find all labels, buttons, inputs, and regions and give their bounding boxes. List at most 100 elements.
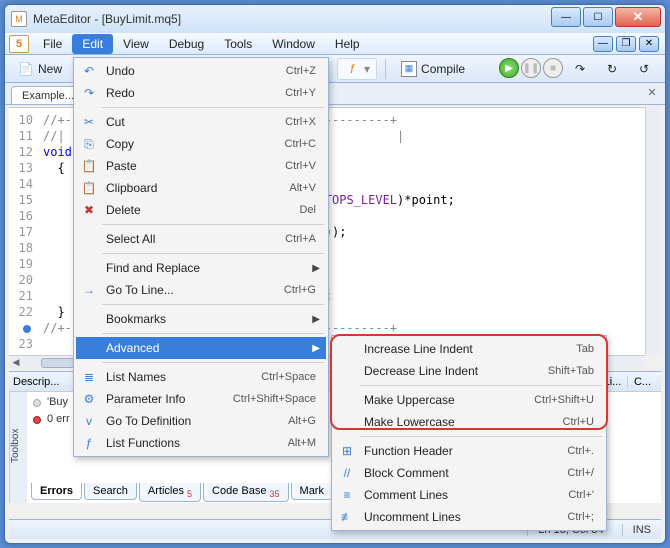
undo-icon: ↶ xyxy=(80,62,98,80)
menu-file[interactable]: File xyxy=(33,34,72,54)
menu-item-list-functions[interactable]: ƒList FunctionsAlt+M xyxy=(76,432,326,454)
compile-icon: ▦ xyxy=(401,61,417,77)
menu-item-find-and-replace[interactable]: Find and Replace▶ xyxy=(76,257,326,279)
step-out-icon: ↺ xyxy=(636,61,652,77)
line-gutter: 1011121314151617181920212223 xyxy=(9,108,37,355)
fx-button[interactable]: f▾ xyxy=(337,58,377,80)
delete-icon: ✖ xyxy=(80,201,98,219)
menu-item-undo[interactable]: ↶UndoCtrl+Z xyxy=(76,60,326,82)
menu-item-paste[interactable]: 📋PasteCtrl+V xyxy=(76,155,326,177)
app-window: M MetaEditor - [BuyLimit.mq5] — ☐ ✕ 5 Fi… xyxy=(4,4,666,544)
new-button[interactable]: 📄New xyxy=(11,58,69,80)
menu-item-go-to-line-[interactable]: →Go To Line...Ctrl+G xyxy=(76,279,326,301)
go-to-definition-icon: v xyxy=(80,412,98,430)
titlebar: M MetaEditor - [BuyLimit.mq5] — ☐ ✕ xyxy=(5,5,665,33)
make-uppercase-icon xyxy=(338,391,356,409)
step-into-icon: ↷ xyxy=(572,61,588,77)
scroll-left-icon[interactable]: ◀ xyxy=(9,357,23,369)
logo-icon: 5 xyxy=(9,35,29,53)
make-lowercase-icon xyxy=(338,413,356,431)
run-button[interactable]: ▶ xyxy=(499,58,519,78)
block-comment-icon: // xyxy=(338,464,356,482)
go-to-line--icon: → xyxy=(80,281,98,299)
menu-item-redo[interactable]: ↷RedoCtrl+Y xyxy=(76,82,326,104)
toolbox-tab-code-base[interactable]: Code Base 35 xyxy=(203,483,289,502)
app-icon: M xyxy=(11,11,27,27)
menu-item-select-all[interactable]: Select AllCtrl+A xyxy=(76,228,326,250)
menubar: 5 FileEditViewDebugToolsWindowHelp — ❐ ✕ xyxy=(5,33,665,55)
menu-item-bookmarks[interactable]: Bookmarks▶ xyxy=(76,308,326,330)
increase-line-indent-icon xyxy=(338,340,356,358)
toolbox-col-column[interactable]: C... xyxy=(627,376,657,388)
toolbox-tab-search[interactable]: Search xyxy=(84,483,137,500)
step-out-button[interactable]: ↺ xyxy=(629,58,659,80)
mdi-minimize-button[interactable]: — xyxy=(593,36,613,52)
menu-item-list-names[interactable]: ≣List NamesCtrl+Space xyxy=(76,366,326,388)
window-title: MetaEditor - [BuyLimit.mq5] xyxy=(33,12,181,26)
tab-close-icon[interactable]: ✕ xyxy=(645,86,659,100)
compile-button[interactable]: ▦Compile xyxy=(394,58,472,80)
toolbox-tab-errors[interactable]: Errors xyxy=(31,483,82,500)
paste-icon: 📋 xyxy=(80,157,98,175)
menu-item-block-comment[interactable]: //Block CommentCtrl+/ xyxy=(334,462,604,484)
pause-button[interactable]: ❚❚ xyxy=(521,58,541,78)
function-header-icon: ⊞ xyxy=(338,442,356,460)
advanced-submenu: Increase Line IndentTabDecrease Line Ind… xyxy=(331,335,607,531)
menu-item-comment-lines[interactable]: ≡Comment LinesCtrl+' xyxy=(334,484,604,506)
step-into-button[interactable]: ↷ xyxy=(565,58,595,80)
step-over-icon: ↻ xyxy=(604,61,620,77)
maximize-button[interactable]: ☐ xyxy=(583,7,613,27)
menu-view[interactable]: View xyxy=(113,34,159,54)
status-mode: INS xyxy=(622,524,651,536)
mdi-restore-button[interactable]: ❐ xyxy=(616,36,636,52)
edit-menu: ↶UndoCtrl+Z↷RedoCtrl+Y ✂CutCtrl+X⎘CopyCtr… xyxy=(73,57,329,457)
fx-icon: f xyxy=(344,61,360,77)
menu-item-go-to-definition[interactable]: vGo To DefinitionAlt+G xyxy=(76,410,326,432)
select-all-icon xyxy=(80,230,98,248)
menu-item-delete[interactable]: ✖DeleteDel xyxy=(76,199,326,221)
parameter-info-icon: ⚙ xyxy=(80,390,98,408)
comment-lines-icon: ≡ xyxy=(338,486,356,504)
close-button[interactable]: ✕ xyxy=(615,7,661,27)
menu-item-parameter-info[interactable]: ⚙Parameter InfoCtrl+Shift+Space xyxy=(76,388,326,410)
menu-help[interactable]: Help xyxy=(325,34,370,54)
advanced-icon xyxy=(80,339,98,357)
submenu-arrow-icon: ▶ xyxy=(312,263,320,274)
clipboard-icon: 📋 xyxy=(80,179,98,197)
minimize-button[interactable]: — xyxy=(551,7,581,27)
mdi-close-button[interactable]: ✕ xyxy=(639,36,659,52)
menu-item-decrease-line-indent[interactable]: Decrease Line IndentShift+Tab xyxy=(334,360,604,382)
menu-tools[interactable]: Tools xyxy=(214,34,262,54)
stop-button[interactable]: ■ xyxy=(543,58,563,78)
menu-item-clipboard[interactable]: 📋ClipboardAlt+V xyxy=(76,177,326,199)
menu-item-make-lowercase[interactable]: Make LowercaseCtrl+U xyxy=(334,411,604,433)
menu-item-increase-line-indent[interactable]: Increase Line IndentTab xyxy=(334,338,604,360)
cut-icon: ✂ xyxy=(80,113,98,131)
menu-item-copy[interactable]: ⎘CopyCtrl+C xyxy=(76,133,326,155)
step-over-button[interactable]: ↻ xyxy=(597,58,627,80)
bookmarks-icon xyxy=(80,310,98,328)
info-dot-icon xyxy=(33,399,41,407)
menu-item-function-header[interactable]: ⊞Function HeaderCtrl+. xyxy=(334,440,604,462)
error-dot-icon xyxy=(33,416,41,424)
toolbox-side-label[interactable]: Toolbox xyxy=(9,392,27,503)
uncomment-lines-icon: ≢ xyxy=(338,508,356,526)
copy-icon: ⎘ xyxy=(80,135,98,153)
vertical-scrollbar[interactable] xyxy=(645,107,661,355)
menu-item-advanced[interactable]: Advanced▶ xyxy=(76,337,326,359)
toolbox-tab-articles[interactable]: Articles 5 xyxy=(139,483,201,502)
new-icon: 📄 xyxy=(18,61,34,77)
list-names-icon: ≣ xyxy=(80,368,98,386)
menu-item-cut[interactable]: ✂CutCtrl+X xyxy=(76,111,326,133)
menu-item-uncomment-lines[interactable]: ≢Uncomment LinesCtrl+; xyxy=(334,506,604,528)
menu-item-make-uppercase[interactable]: Make UppercaseCtrl+Shift+U xyxy=(334,389,604,411)
menu-debug[interactable]: Debug xyxy=(159,34,214,54)
menu-edit[interactable]: Edit xyxy=(72,34,113,54)
redo-icon: ↷ xyxy=(80,84,98,102)
list-functions-icon: ƒ xyxy=(80,434,98,452)
menu-window[interactable]: Window xyxy=(262,34,325,54)
submenu-arrow-icon: ▶ xyxy=(312,343,320,354)
toolbox-tab-mark[interactable]: Mark xyxy=(291,483,333,500)
find-and-replace-icon xyxy=(80,259,98,277)
decrease-line-indent-icon xyxy=(338,362,356,380)
